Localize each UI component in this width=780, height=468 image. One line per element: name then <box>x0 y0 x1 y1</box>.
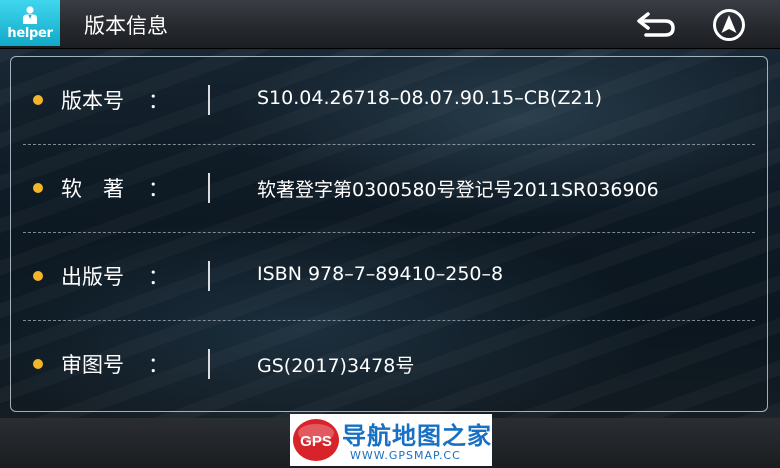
bullet-dot <box>33 359 43 369</box>
navigation-arrow-icon <box>713 9 745 41</box>
row-key: 审图号 <box>61 353 124 377</box>
info-row-map-approval: 审图号 ： GS(2017)3478号 <box>11 321 767 409</box>
row-value: GS(2017)3478号 <box>257 355 415 377</box>
row-key: 出版号 <box>61 265 124 289</box>
navigation-button[interactable] <box>712 8 746 42</box>
version-info-panel: 版本号 ： S10.04.26718–08.07.90.15–CB(Z21) 软… <box>10 56 768 412</box>
row-separator <box>208 85 210 115</box>
back-button[interactable] <box>634 9 678 39</box>
helper-logo[interactable]: helper <box>0 0 60 46</box>
watermark-url: WWW.GPSMAP.CC <box>350 449 461 462</box>
row-separator <box>208 173 210 203</box>
return-arrow-icon <box>637 12 675 37</box>
info-row-version: 版本号 ： S10.04.26718–08.07.90.15–CB(Z21) <box>11 57 767 145</box>
info-row-copyright: 软 著 ： 软著登字第0300580号登记号2011SR036906 <box>11 145 767 233</box>
page-title: 版本信息 <box>84 14 168 38</box>
helper-person-icon <box>23 6 37 24</box>
watermark-site-name: 导航地图之家 <box>342 422 492 450</box>
row-colon: ： <box>148 265 169 289</box>
row-value: S10.04.26718–08.07.90.15–CB(Z21) <box>257 87 603 109</box>
row-value: ISBN 978–7–89410–250–8 <box>257 263 504 285</box>
row-colon: ： <box>148 89 169 113</box>
gps-badge-icon: GPS <box>293 419 339 461</box>
row-value: 软著登字第0300580号登记号2011SR036906 <box>257 179 659 201</box>
gpsmap-watermark: GPS 导航地图之家 WWW.GPSMAP.CC <box>290 414 492 466</box>
row-separator <box>208 261 210 291</box>
row-key: 软 著 <box>61 177 124 201</box>
bullet-dot <box>33 183 43 193</box>
bullet-dot <box>33 95 43 105</box>
row-colon: ： <box>148 177 169 201</box>
top-bar: helper 版本信息 <box>0 0 780 49</box>
row-colon: ： <box>148 353 169 377</box>
row-separator <box>208 349 210 379</box>
gps-badge-text: GPS <box>300 433 332 450</box>
bullet-dot <box>33 271 43 281</box>
helper-logo-label: helper <box>7 26 53 41</box>
info-row-publication: 出版号 ： ISBN 978–7–89410–250–8 <box>11 233 767 321</box>
row-key: 版本号 <box>61 89 124 113</box>
